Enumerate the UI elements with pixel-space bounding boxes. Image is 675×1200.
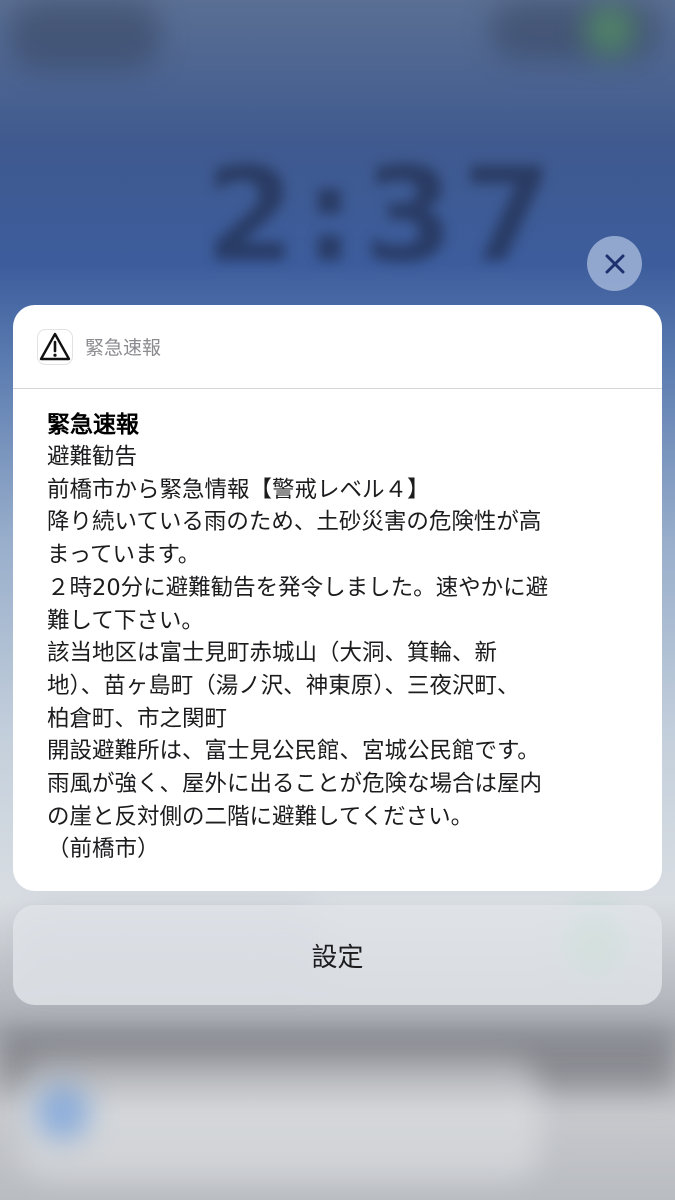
blurred-status-left bbox=[10, 0, 160, 70]
body-line: 雨風が強く、屋外に出ることが危険な場合は屋内 bbox=[47, 771, 543, 798]
blurred-indicator bbox=[585, 5, 635, 55]
body-line: まっています。 bbox=[47, 542, 201, 569]
emergency-notification-card[interactable]: 緊急速報 緊急速報 避難勧告 前橋市から緊急情報【警戒レベル４】 降り続いている… bbox=[13, 305, 662, 891]
close-button[interactable] bbox=[587, 236, 642, 291]
close-icon bbox=[605, 254, 624, 273]
body-line: 該当地区は富士見町赤城山（大洞、箕輪、新 bbox=[47, 640, 498, 667]
body-line: ２時20分に避難勧告を発令しました。速やかに避 bbox=[47, 574, 549, 601]
blurred-app-icon bbox=[35, 1085, 90, 1140]
body-line: （前橋市） bbox=[47, 836, 160, 863]
notification-title: 緊急速報 bbox=[47, 412, 139, 438]
body-line: 難して下さい。 bbox=[47, 607, 204, 634]
body-line: 柏倉町、市之関町 bbox=[47, 705, 228, 732]
body-line: の崖と反対側の二階に避難してください。 bbox=[47, 803, 474, 830]
blurred-notification bbox=[20, 1060, 540, 1180]
app-name: 緊急速報 bbox=[85, 337, 162, 359]
settings-button[interactable]: 設定 bbox=[13, 905, 662, 1005]
notification-body: 緊急速報 避難勧告 前橋市から緊急情報【警戒レベル４】 降り続いている雨のため、… bbox=[13, 389, 662, 866]
warning-triangle-icon bbox=[37, 328, 73, 365]
blurred-clock: 2:37 bbox=[205, 139, 561, 291]
body-line: 避難勧告 bbox=[47, 444, 138, 470]
body-line: 前橋市から緊急情報【警戒レベル４】 bbox=[47, 476, 430, 503]
notification-header: 緊急速報 bbox=[13, 305, 662, 389]
body-line: 降り続いている雨のため、土砂災害の危険性が高 bbox=[47, 509, 542, 536]
body-line: 開設避難所は、富士見公民館、宮城公民館です。 bbox=[47, 738, 540, 765]
body-line: 地）、苗ヶ島町（湯ノ沢、神東原）、三夜沢町、 bbox=[47, 672, 520, 699]
